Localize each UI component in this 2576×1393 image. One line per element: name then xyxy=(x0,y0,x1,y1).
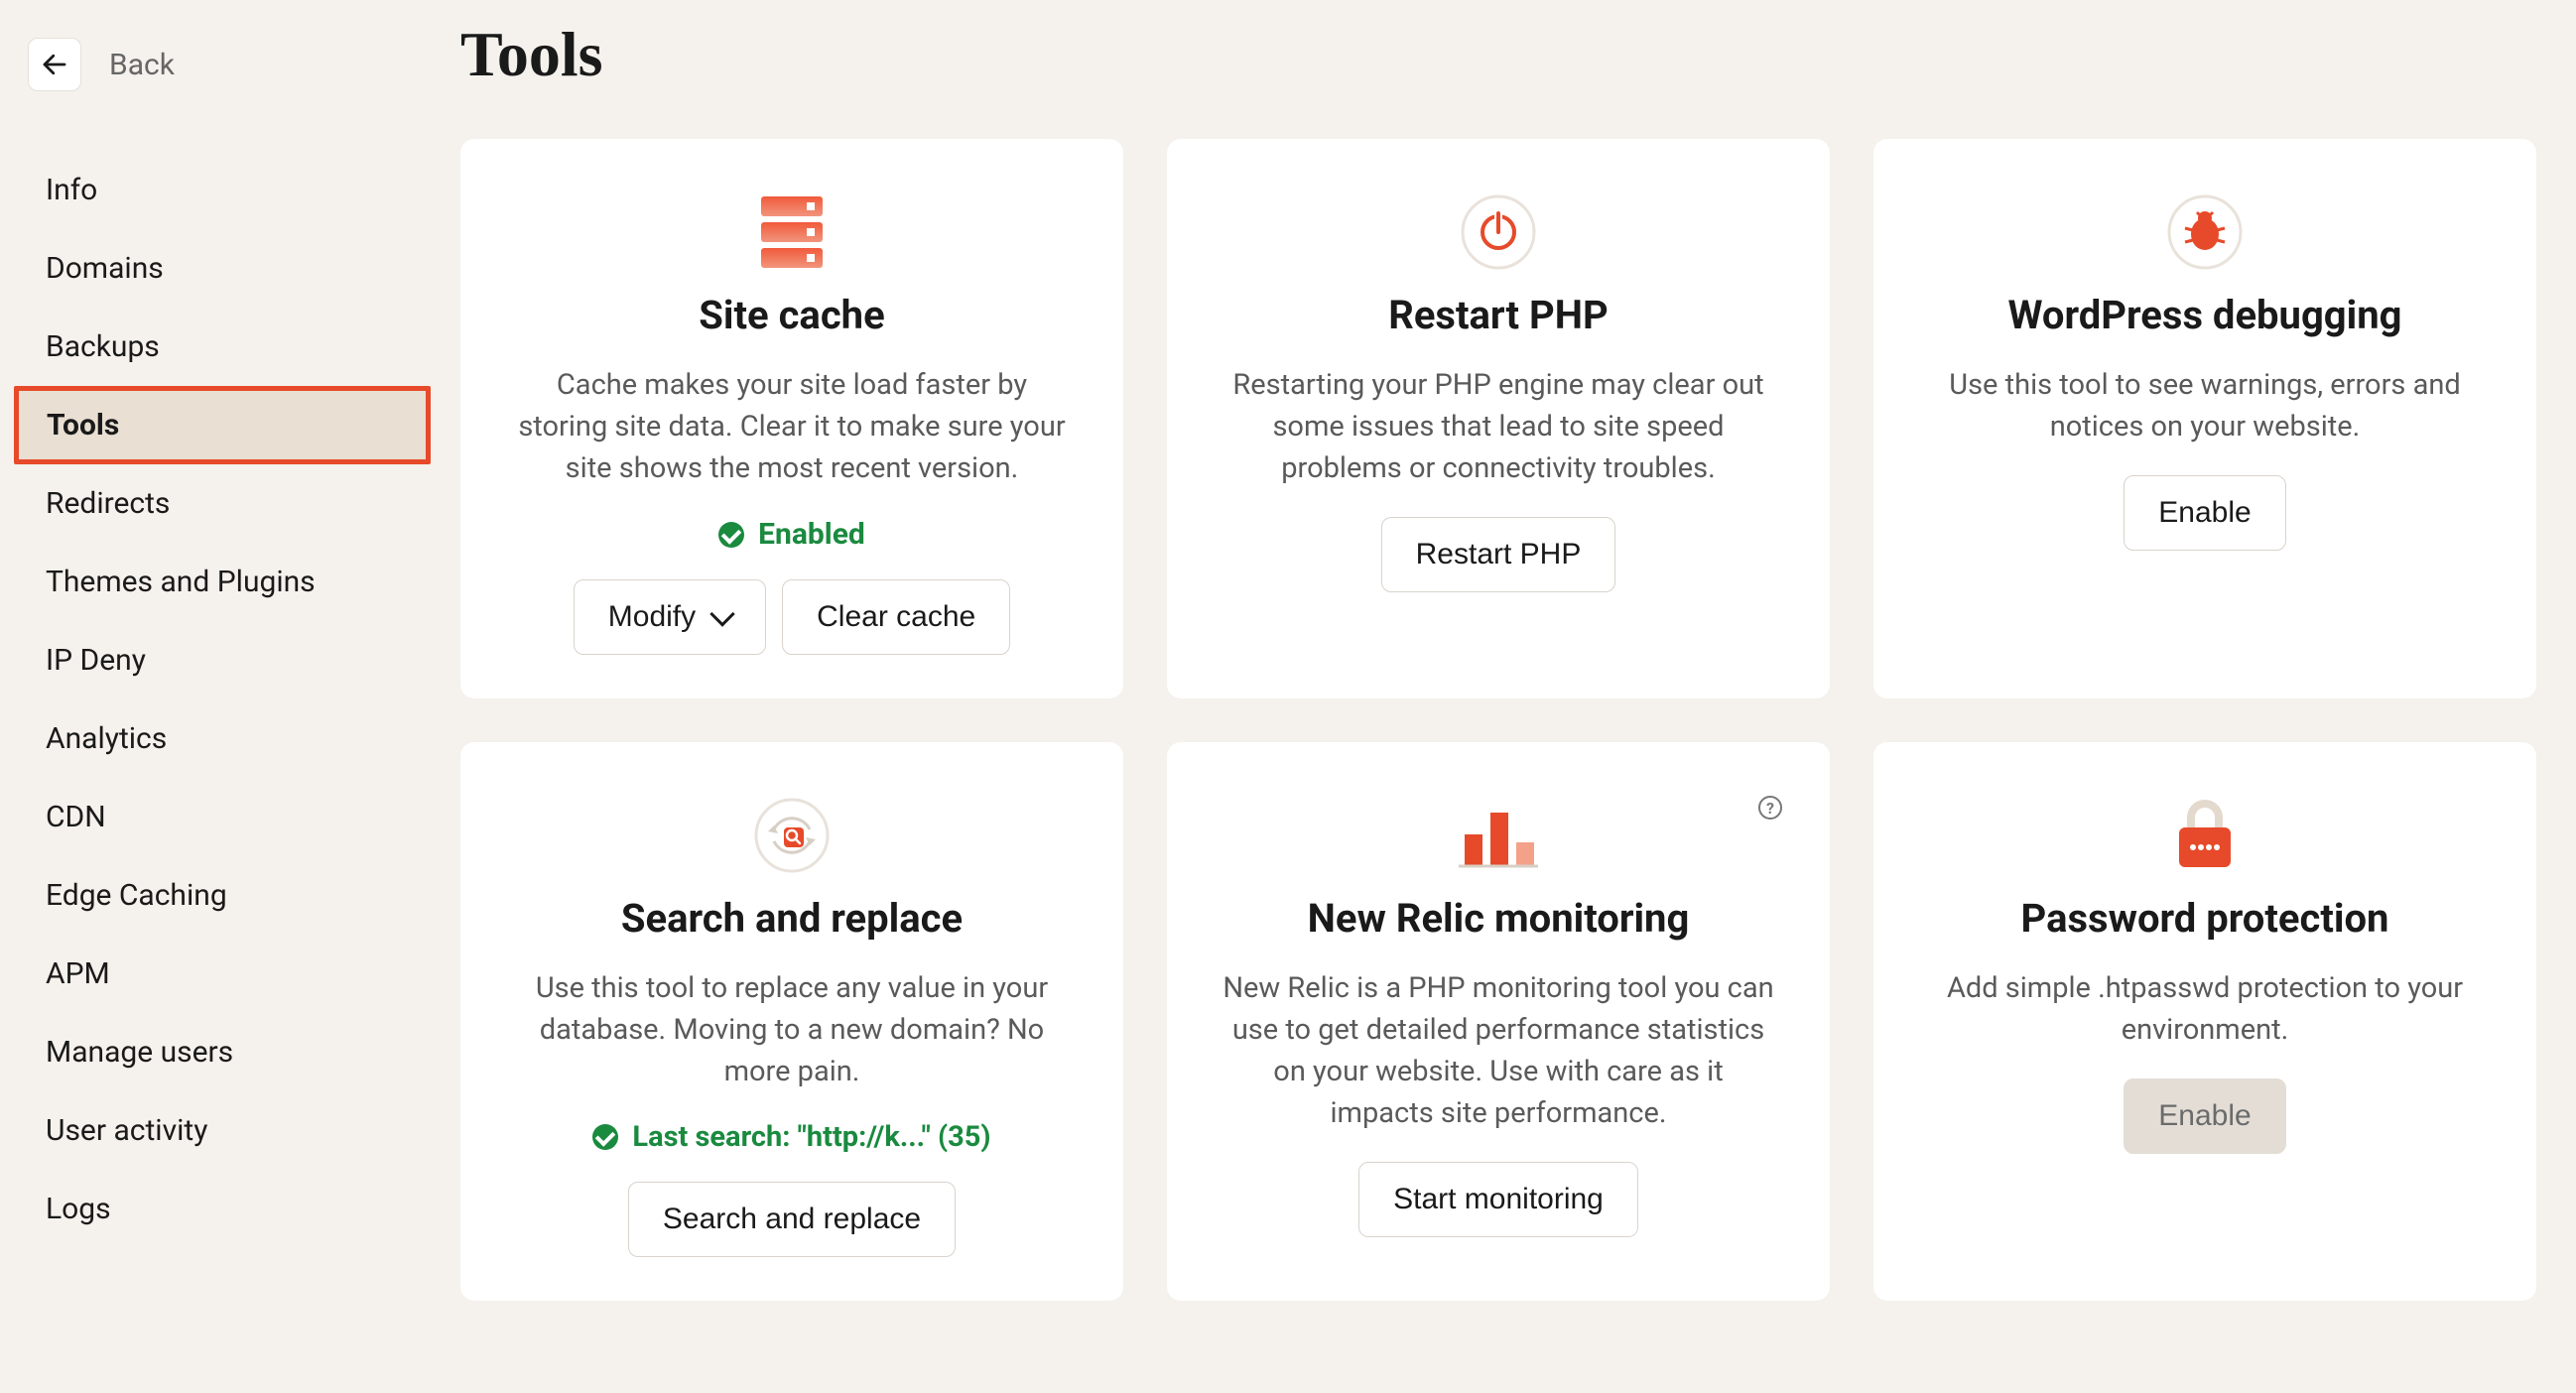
clear-cache-button[interactable]: Clear cache xyxy=(782,579,1010,655)
sidebar-item-themes-plugins[interactable]: Themes and Plugins xyxy=(0,543,437,621)
status-last-search: Last search: "http://k..." (35) xyxy=(592,1120,990,1154)
sidebar-item-analytics[interactable]: Analytics xyxy=(0,699,437,778)
card-site-cache: Site cache Cache makes your site load fa… xyxy=(460,139,1123,698)
card-new-relic: ? New Relic monitoring New Relic is a PH… xyxy=(1167,742,1830,1301)
enable-debugging-button[interactable]: Enable xyxy=(2124,475,2285,551)
sidebar-item-ip-deny[interactable]: IP Deny xyxy=(0,621,437,699)
start-monitoring-button[interactable]: Start monitoring xyxy=(1358,1162,1638,1237)
sidebar-item-backups[interactable]: Backups xyxy=(0,308,437,386)
status-enabled: Enabled xyxy=(718,517,865,552)
check-circle-icon xyxy=(592,1124,618,1150)
server-stack-icon xyxy=(761,194,823,270)
enable-password-button[interactable]: Enable xyxy=(2124,1078,2285,1154)
card-title: Restart PHP xyxy=(1388,292,1609,338)
search-replace-button[interactable]: Search and replace xyxy=(628,1182,956,1257)
modify-label: Modify xyxy=(608,600,696,634)
card-desc: Restarting your PHP engine may clear out… xyxy=(1221,364,1776,489)
card-title: Site cache xyxy=(699,292,884,338)
card-title: Password protection xyxy=(2021,895,2389,942)
card-desc: Cache makes your site load faster by sto… xyxy=(514,364,1070,489)
lock-icon xyxy=(2165,798,2245,873)
card-title: New Relic monitoring xyxy=(1308,895,1690,942)
card-search-replace: Search and replace Use this tool to repl… xyxy=(460,742,1123,1301)
sidebar: Back Info Domains Backups Tools Redirect… xyxy=(0,0,437,1393)
help-icon[interactable]: ? xyxy=(1758,796,1782,820)
sidebar-item-tools[interactable]: Tools xyxy=(14,386,431,464)
sidebar-item-info[interactable]: Info xyxy=(0,151,437,229)
restart-php-button[interactable]: Restart PHP xyxy=(1381,517,1616,592)
sidebar-item-manage-users[interactable]: Manage users xyxy=(0,1013,437,1091)
sidebar-item-logs[interactable]: Logs xyxy=(0,1170,437,1248)
card-desc: Add simple .htpasswd protection to your … xyxy=(1927,967,2483,1051)
card-title: WordPress debugging xyxy=(2007,292,2401,338)
bug-icon xyxy=(2167,194,2243,270)
card-desc: New Relic is a PHP monitoring tool you c… xyxy=(1221,967,1776,1134)
card-restart-php: Restart PHP Restarting your PHP engine m… xyxy=(1167,139,1830,698)
card-title: Search and replace xyxy=(621,895,963,942)
button-row: Modify Clear cache xyxy=(574,579,1010,655)
modify-dropdown-button[interactable]: Modify xyxy=(574,579,766,655)
page-title: Tools xyxy=(460,18,2536,91)
power-restart-icon xyxy=(1461,194,1536,270)
card-wp-debugging: WordPress debugging Use this tool to see… xyxy=(1873,139,2536,698)
nav-list: Info Domains Backups Tools Redirects The… xyxy=(0,151,437,1248)
cards-grid: Site cache Cache makes your site load fa… xyxy=(460,139,2536,1301)
card-desc: Use this tool to replace any value in yo… xyxy=(514,967,1070,1092)
sidebar-item-cdn[interactable]: CDN xyxy=(0,778,437,856)
back-row: Back xyxy=(0,38,437,91)
back-button[interactable] xyxy=(28,38,81,91)
status-label: Last search: "http://k..." (35) xyxy=(632,1120,990,1154)
check-circle-icon xyxy=(718,522,744,548)
main: Tools Site cache Cache makes you xyxy=(437,0,2576,1393)
sidebar-item-domains[interactable]: Domains xyxy=(0,229,437,308)
sidebar-item-apm[interactable]: APM xyxy=(0,935,437,1013)
chevron-down-icon xyxy=(709,601,734,626)
sidebar-item-user-activity[interactable]: User activity xyxy=(0,1091,437,1170)
card-password-protection: Password protection Add simple .htpasswd… xyxy=(1873,742,2536,1301)
search-replace-icon xyxy=(754,798,830,873)
sidebar-item-edge-caching[interactable]: Edge Caching xyxy=(0,856,437,935)
status-label: Enabled xyxy=(758,517,865,552)
sidebar-item-redirects[interactable]: Redirects xyxy=(0,464,437,543)
arrow-left-icon xyxy=(40,50,69,79)
bar-chart-icon xyxy=(1459,798,1538,873)
back-label: Back xyxy=(109,48,175,82)
card-desc: Use this tool to see warnings, errors an… xyxy=(1927,364,2483,447)
